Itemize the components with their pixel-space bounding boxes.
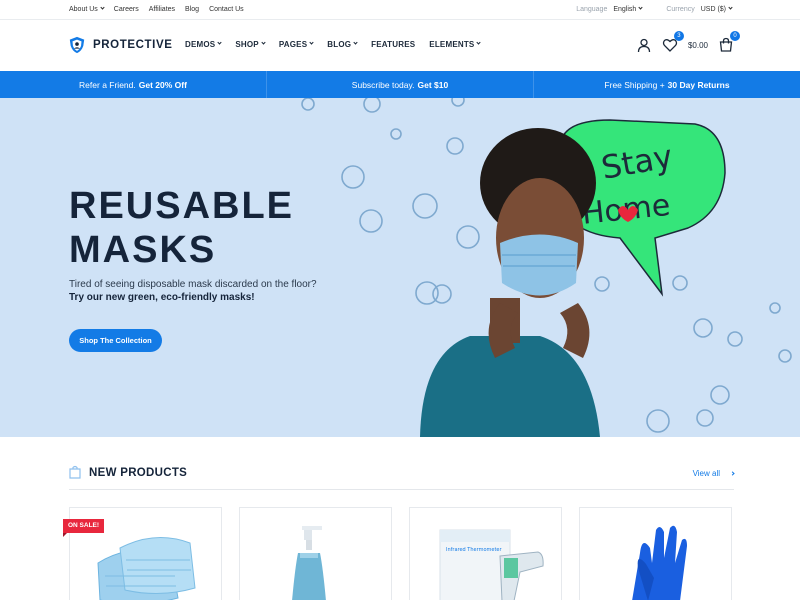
utility-link-affiliates[interactable]: Affiliates	[149, 6, 175, 13]
chevron-down-icon	[476, 40, 482, 45]
nav-demos[interactable]: DEMOS	[185, 40, 222, 49]
chevron-down-icon	[353, 40, 358, 45]
utility-link-about-label: About Us	[69, 6, 98, 13]
nav-shop[interactable]: SHOP	[235, 40, 266, 49]
chevron-right-icon	[730, 471, 735, 476]
chevron-down-icon	[100, 5, 105, 10]
cart-total[interactable]: $0.00	[688, 41, 708, 50]
hero-illustration: Stay Home	[301, 98, 792, 437]
site-header: PROTECTIVE DEMOS SHOP PAGES BLOG FEATURE…	[0, 20, 800, 71]
sanitizer-bottle-image	[292, 526, 326, 600]
wishlist-count-badge: 3	[673, 31, 684, 41]
main-nav: DEMOS SHOP PAGES BLOG FEATURES ELEMENTS	[185, 40, 482, 49]
product-card-sanitizer[interactable]	[239, 507, 392, 600]
promo-referral[interactable]: Refer a Friend. Get 20% Off	[0, 71, 267, 98]
hero-banner: Stay Home REUSABLE MASKS Tired of seeing…	[0, 98, 800, 437]
chevron-down-icon	[261, 40, 266, 45]
currency-value: USD ($)	[700, 6, 726, 13]
blue-gloves-image	[632, 525, 687, 600]
cart-button[interactable]: 0	[718, 31, 740, 53]
nav-blog-label: BLOG	[327, 40, 352, 49]
nav-pages-label: PAGES	[278, 40, 308, 49]
hero-title-line-2: MASKS	[69, 229, 217, 271]
user-icon	[637, 38, 651, 53]
product-card-gloves[interactable]	[579, 507, 732, 600]
logo[interactable]: PROTECTIVE	[68, 36, 172, 54]
language-select[interactable]: English	[613, 5, 643, 13]
nav-pages[interactable]: PAGES	[278, 40, 314, 49]
language-label: Language	[576, 6, 608, 13]
thermometer-box-label: Infrared Thermometer	[446, 547, 502, 553]
utility-link-contact[interactable]: Contact Us	[209, 6, 244, 13]
shopping-bag-icon	[69, 465, 81, 479]
language-value: English	[613, 6, 637, 13]
chevron-down-icon	[728, 5, 733, 10]
hero-description-bold: Try our new green, eco-friendly masks!	[69, 292, 255, 303]
locale-selectors: Language English Currency USD ($)	[576, 5, 733, 13]
wishlist-button[interactable]: 3	[662, 31, 684, 53]
currency-select[interactable]: USD ($)	[700, 5, 733, 13]
new-products-title: NEW PRODUCTS	[89, 467, 188, 479]
hero-description: Tired of seeing disposable mask discarde…	[69, 279, 317, 290]
promo-shipping[interactable]: Free Shipping +30 Day Returns	[534, 71, 800, 98]
promo-referral-offer: Get 20% Off	[138, 79, 187, 90]
shop-collection-button[interactable]: Shop The Collection	[69, 329, 162, 352]
top-utility-bar: About Us Careers Affiliates Blog Contact…	[0, 0, 800, 20]
shield-logo-icon	[69, 36, 85, 54]
infrared-thermometer-image: Infrared Thermometer	[439, 529, 544, 600]
utility-link-blog[interactable]: Blog	[185, 6, 199, 13]
utility-links: About Us Careers Affiliates Blog Contact…	[69, 5, 244, 13]
nav-features-label: FEATURES	[371, 40, 416, 49]
hero-title: REUSABLE MASKS	[69, 184, 294, 272]
hero-title-line-1: REUSABLE	[69, 185, 295, 227]
logo-text: PROTECTIVE	[93, 39, 173, 51]
promo-subscribe-offer: Get $10	[417, 79, 449, 90]
account-button[interactable]	[636, 37, 652, 53]
promo-subscribe-text: Subscribe today.	[351, 79, 415, 90]
nav-blog[interactable]: BLOG	[327, 40, 358, 49]
promo-shipping-text: Free Shipping +	[604, 79, 665, 90]
nav-elements[interactable]: ELEMENTS	[429, 40, 482, 49]
woman-wearing-mask-image	[420, 128, 600, 437]
promo-strip: Refer a Friend. Get 20% Off Subscribe tod…	[0, 71, 800, 98]
product-card-thermometer[interactable]: Infrared Thermometer	[409, 507, 562, 600]
chevron-down-icon	[638, 5, 643, 10]
on-sale-badge: ON SALE!	[63, 519, 105, 537]
nav-features[interactable]: FEATURES	[371, 40, 415, 49]
nav-shop-label: SHOP	[235, 40, 259, 49]
chevron-down-icon	[309, 40, 314, 45]
utility-link-careers[interactable]: Careers	[114, 6, 139, 13]
promo-subscribe[interactable]: Subscribe today. Get $10	[267, 71, 534, 98]
view-all-link[interactable]: View all	[692, 469, 735, 478]
chevron-down-icon	[217, 40, 222, 45]
nav-demos-label: DEMOS	[185, 40, 216, 49]
promo-shipping-offer: 30 Day Returns	[667, 79, 730, 90]
promo-referral-text: Refer a Friend.	[79, 79, 136, 90]
header-actions: 3 $0.00 0	[636, 31, 740, 53]
view-all-label: View all	[692, 469, 720, 478]
new-products-header: NEW PRODUCTS View all	[69, 465, 735, 490]
utility-link-about[interactable]: About Us	[69, 5, 105, 13]
nav-elements-label: ELEMENTS	[429, 40, 475, 49]
cart-count-badge: 0	[730, 31, 740, 41]
currency-label: Currency	[666, 6, 695, 13]
